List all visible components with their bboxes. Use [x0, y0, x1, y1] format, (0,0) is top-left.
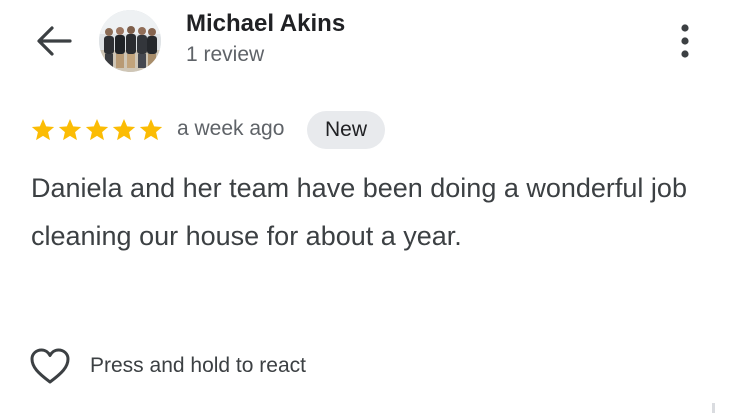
star-icon — [58, 118, 82, 141]
more-vertical-icon — [681, 24, 689, 58]
new-badge: New — [307, 111, 385, 149]
review-count: 1 review — [186, 43, 265, 66]
review-text: Daniela and her team have been doing a w… — [31, 173, 687, 251]
heart-outline-icon — [30, 348, 70, 384]
scroll-indicator — [712, 403, 715, 413]
back-button[interactable] — [30, 22, 76, 60]
review-time: a week ago — [177, 117, 285, 140]
star-rating — [30, 117, 164, 143]
star-icon — [139, 118, 163, 141]
reviewer-name[interactable]: Michael Akins — [186, 10, 345, 38]
more-options-button[interactable] — [668, 20, 702, 62]
react-button[interactable]: Press and hold to react — [28, 344, 306, 388]
star-icon — [85, 118, 109, 141]
arrow-left-icon — [37, 26, 72, 56]
group-photo-icon — [99, 10, 161, 72]
star-icon — [31, 118, 55, 141]
react-label: Press and hold to react — [90, 354, 306, 377]
review-detail-page: Michael Akins 1 review a week ago New Da… — [0, 0, 739, 413]
star-icon — [112, 118, 136, 141]
avatar[interactable] — [99, 10, 161, 72]
